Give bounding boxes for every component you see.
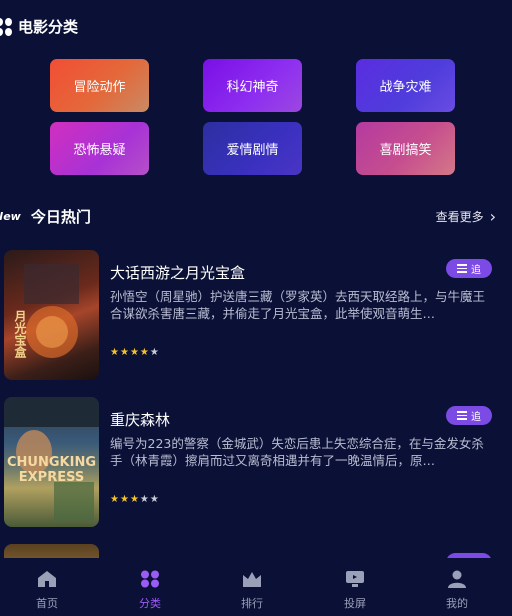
cast-icon: [346, 571, 364, 587]
category-romance-drama[interactable]: 爱情剧情: [203, 122, 302, 175]
category-label: 冒险动作: [73, 80, 126, 95]
category-icon: [141, 570, 159, 588]
tab-label: 分类: [139, 597, 161, 610]
tab-home[interactable]: 首页: [17, 570, 77, 611]
category-section-header: 电影分类: [0, 16, 78, 37]
section-title: 今日热门: [30, 208, 91, 226]
tab-category[interactable]: 分类: [120, 570, 180, 611]
tab-cast[interactable]: 投屏: [325, 570, 385, 611]
follow-label: 追: [471, 265, 481, 276]
movie-title[interactable]: 大话西游之月光宝盒: [110, 262, 245, 283]
poster-title-text: 月光宝盒: [13, 310, 27, 358]
list-icon: [457, 264, 467, 273]
tab-label: 我的: [446, 597, 468, 610]
list-icon: [457, 411, 467, 420]
category-scifi[interactable]: 科幻神奇: [203, 59, 302, 112]
category-war-disaster[interactable]: 战争灾难: [356, 59, 455, 112]
category-comedy[interactable]: 喜剧搞笑: [356, 122, 455, 175]
tab-profile[interactable]: 我的: [427, 570, 487, 611]
category-label: 爱情剧情: [226, 143, 279, 158]
movie-title[interactable]: 重庆森林: [110, 409, 170, 430]
category-label: 喜剧搞笑: [379, 143, 432, 158]
movie-poster[interactable]: CHUNGKING EXPRESS: [4, 397, 99, 527]
movie-description: 孙悟空（周星驰）护送唐三藏（罗家英）去西天取经路上，与牛魔王合谋欲杀害唐三藏，并…: [110, 289, 486, 321]
category-horror-suspense[interactable]: 恐怖悬疑: [50, 122, 149, 175]
poster-title-text: CHUNGKING EXPRESS: [7, 455, 96, 485]
star-rating: ★★★★★: [110, 494, 160, 505]
movie-description: 编号为223的警察（金城武）失恋后患上失恋综合症，在与金发女杀手（林青霞）擦肩而…: [110, 436, 484, 468]
new-badge-icon: New: [0, 210, 21, 223]
follow-button[interactable]: 追: [446, 406, 492, 425]
category-label: 科幻神奇: [226, 80, 279, 95]
category-label: 恐怖悬疑: [73, 143, 126, 158]
category-label: 战争灾难: [379, 80, 432, 95]
tab-label: 首页: [36, 597, 58, 610]
follow-button[interactable]: 追: [446, 259, 492, 278]
grid-icon: [0, 17, 14, 36]
view-more-link[interactable]: 查看更多 ›: [436, 208, 496, 225]
star-rating: ★★★★★: [110, 347, 160, 358]
hot-section-header: New 今日热门: [0, 206, 91, 227]
tab-label: 排行: [241, 597, 263, 610]
tab-ranking[interactable]: 排行: [222, 570, 282, 611]
bottom-tab-bar: 首页 分类 排行 投屏 我的: [0, 558, 512, 616]
user-icon: [448, 570, 466, 588]
home-icon: [38, 571, 56, 587]
follow-label: 追: [471, 412, 481, 423]
chevron-right-icon: ›: [489, 206, 496, 226]
movie-poster[interactable]: 月光宝盒: [4, 250, 99, 380]
tab-label: 投屏: [344, 597, 366, 610]
category-adventure-action[interactable]: 冒险动作: [50, 59, 149, 112]
section-title: 电影分类: [18, 18, 79, 36]
view-more-label: 查看更多: [435, 210, 484, 224]
crown-icon: [243, 572, 261, 587]
